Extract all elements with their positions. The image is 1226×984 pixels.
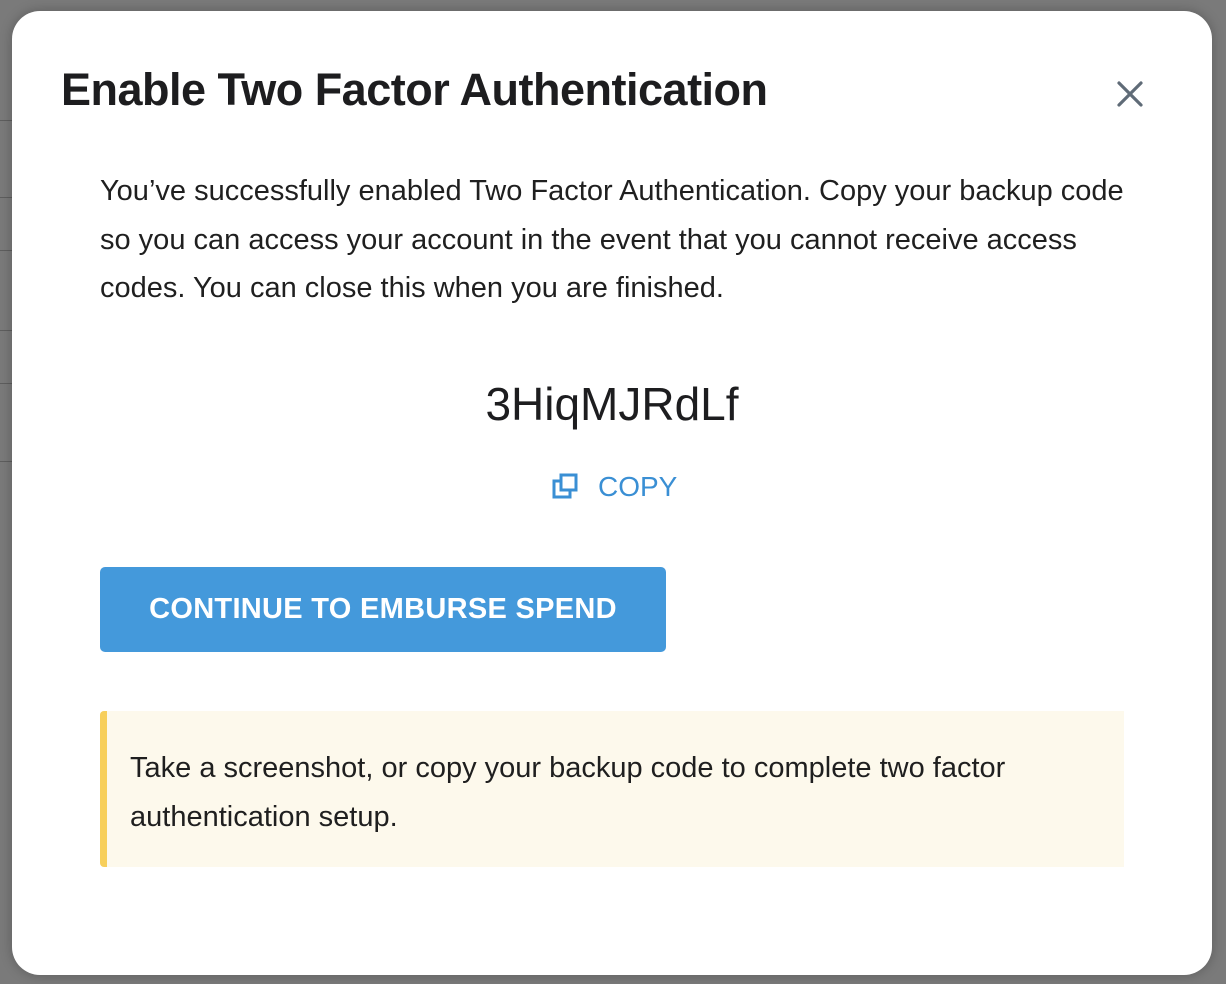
modal-title: Enable Two Factor Authentication — [61, 64, 768, 115]
continue-button[interactable]: CONTINUE TO EMBURSE SPEND — [100, 567, 666, 652]
notice-box: Take a screenshot, or copy your backup c… — [100, 711, 1124, 867]
copy-icon — [551, 473, 579, 501]
two-factor-modal: Enable Two Factor Authentication You’ve … — [12, 11, 1212, 975]
notice-text: Take a screenshot, or copy your backup c… — [130, 752, 1006, 833]
intro-text: You’ve successfully enabled Two Factor A… — [100, 175, 1124, 304]
copy-label: COPY — [598, 471, 678, 502]
copy-button[interactable]: COPY — [551, 467, 677, 507]
backup-code: 3HiqMJRdLf — [485, 378, 739, 430]
close-button[interactable] — [1113, 77, 1147, 111]
close-icon — [1117, 81, 1143, 107]
